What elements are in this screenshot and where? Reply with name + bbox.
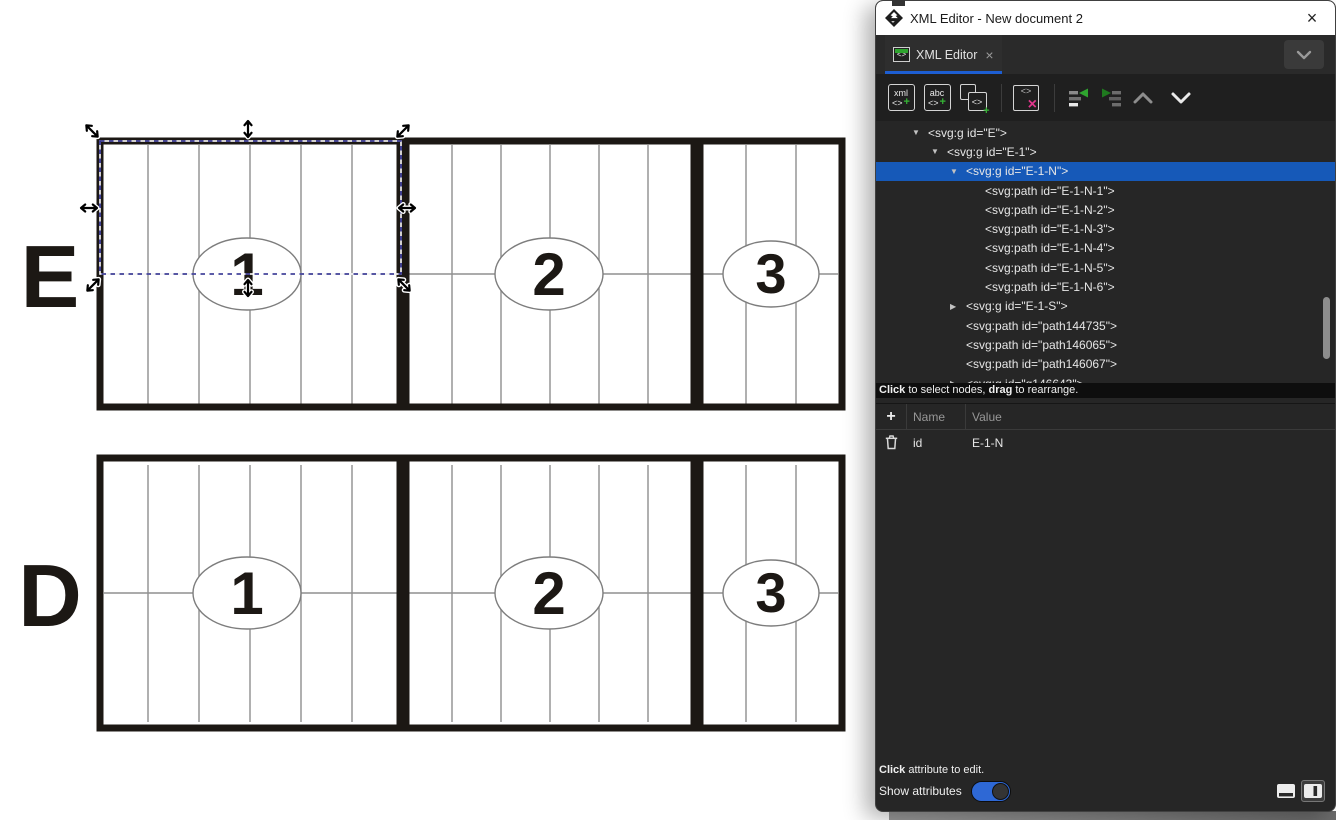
chevron-up-icon bbox=[1131, 90, 1155, 106]
delete-node-button[interactable]: <> × bbox=[1010, 81, 1042, 115]
move-node-down-button[interactable] bbox=[1165, 81, 1197, 115]
tree-node-path144735[interactable]: <svg:path id="path144735"> bbox=[876, 316, 1335, 335]
tab-overflow-button[interactable] bbox=[1284, 40, 1324, 69]
svg-text:3: 3 bbox=[755, 242, 786, 305]
attr-value[interactable]: E-1-N bbox=[966, 436, 1335, 450]
expander-icon[interactable] bbox=[950, 167, 966, 176]
svg-text:1: 1 bbox=[230, 560, 263, 627]
tree-node-g146643[interactable]: <svg:g id="g146643"> bbox=[876, 374, 1335, 383]
toolbar-separator bbox=[1054, 84, 1055, 112]
show-attributes-label: Show attributes bbox=[879, 784, 962, 798]
tree-node-e-1[interactable]: <svg:g id="E-1"> bbox=[876, 142, 1335, 161]
tree-scrollbar[interactable] bbox=[1323, 297, 1330, 359]
new-element-node-icon: xml <>+ bbox=[888, 84, 915, 111]
duplicate-node-icon: <> + bbox=[960, 84, 987, 111]
section-ellipses-d: 1 2 3 bbox=[193, 557, 819, 629]
new-text-node-button[interactable]: abc <>+ bbox=[921, 81, 953, 115]
move-node-up-button[interactable] bbox=[1127, 81, 1159, 115]
chevron-down-icon bbox=[1169, 90, 1193, 106]
add-attribute-button[interactable]: + bbox=[876, 404, 907, 429]
tab-label: XML Editor bbox=[916, 48, 977, 62]
unindent-node-button[interactable] bbox=[1063, 81, 1095, 115]
layout-columns-icon bbox=[1303, 783, 1323, 799]
screen: { "window": { "title": "XML Editor - New… bbox=[0, 0, 1336, 820]
xml-toolbar: xml <>+ abc <>+ <> + <> bbox=[876, 74, 1335, 121]
xml-node-tree: <svg:g id="E"> <svg:g id="E-1"> <svg:g i… bbox=[876, 121, 1335, 383]
tab-bar: <> XML Editor × bbox=[876, 35, 1335, 74]
new-text-node-icon: abc <>+ bbox=[924, 84, 951, 111]
attributes-header: + Name Value bbox=[876, 403, 1335, 430]
dialog-title: XML Editor - New document 2 bbox=[910, 11, 1083, 26]
attr-name[interactable]: id bbox=[907, 436, 966, 450]
row-label-e: E bbox=[21, 227, 80, 326]
svg-text:2: 2 bbox=[532, 560, 565, 627]
attr-name-header: Name bbox=[907, 404, 966, 429]
xml-editor-tab-icon: <> bbox=[893, 47, 910, 62]
tree-node-path146067[interactable]: <svg:path id="path146067"> bbox=[876, 355, 1335, 374]
expander-icon[interactable] bbox=[950, 302, 966, 311]
drawing-canvas[interactable]: E 1 2 bbox=[0, 0, 875, 820]
tree-node-e-1-n-2[interactable]: <svg:path id="E-1-N-2"> bbox=[876, 200, 1335, 219]
layout-rows-icon bbox=[1276, 783, 1296, 799]
show-attributes-toggle[interactable] bbox=[971, 781, 1011, 802]
attr-value-header: Value bbox=[966, 410, 1335, 424]
tree-node-e-1-n-selected[interactable]: <svg:g id="E-1-N"> bbox=[876, 162, 1335, 181]
panel-footer: Show attributes bbox=[876, 780, 1335, 811]
duplicate-node-button[interactable]: <> + bbox=[957, 81, 989, 115]
tab-xml-editor[interactable]: <> XML Editor × bbox=[885, 35, 1002, 74]
window-edge-notch bbox=[892, 0, 905, 6]
tree-node-e-1-n-5[interactable]: <svg:path id="E-1-N-5"> bbox=[876, 258, 1335, 277]
expander-icon[interactable] bbox=[912, 128, 928, 137]
svg-text:3: 3 bbox=[755, 561, 786, 624]
tree-node-e[interactable]: <svg:g id="E"> bbox=[876, 123, 1335, 142]
indent-node-icon bbox=[1098, 88, 1124, 108]
tab-close-icon[interactable]: × bbox=[985, 47, 993, 63]
delete-attribute-button[interactable] bbox=[876, 435, 907, 450]
row-label-d: D bbox=[18, 546, 82, 645]
tree-node-path146065[interactable]: <svg:path id="path146065"> bbox=[876, 335, 1335, 354]
tree-node-e-1-n-1[interactable]: <svg:path id="E-1-N-1"> bbox=[876, 181, 1335, 200]
window-edge-behind bbox=[889, 811, 1336, 820]
indent-node-button[interactable] bbox=[1095, 81, 1127, 115]
unindent-node-icon bbox=[1066, 88, 1092, 108]
attribute-edit-hint: Click attribute to edit. bbox=[876, 764, 1335, 780]
attributes-empty-area bbox=[876, 455, 1335, 764]
tree-node-e-1-n-3[interactable]: <svg:path id="E-1-N-3"> bbox=[876, 219, 1335, 238]
layout-vertical-button[interactable] bbox=[1301, 780, 1325, 802]
trash-icon bbox=[885, 435, 898, 450]
close-icon[interactable]: × bbox=[1297, 5, 1327, 31]
svg-text:2: 2 bbox=[532, 241, 565, 308]
xml-editor-dialog: XML Editor - New document 2 × <> XML Edi… bbox=[875, 0, 1336, 812]
tree-hint-text: Click to select nodes, drag to rearrange… bbox=[876, 383, 1335, 398]
dialog-titlebar[interactable]: XML Editor - New document 2 × bbox=[876, 1, 1335, 35]
toggle-knob bbox=[992, 783, 1009, 800]
inkscape-logo-icon bbox=[884, 8, 904, 28]
figure-row-d[interactable]: D 1 2 bbox=[18, 455, 842, 731]
tree-node-e-1-s[interactable]: <svg:g id="E-1-S"> bbox=[876, 297, 1335, 316]
expander-icon[interactable] bbox=[950, 379, 966, 383]
expander-icon[interactable] bbox=[931, 147, 947, 156]
toolbar-separator bbox=[1001, 84, 1002, 112]
attribute-row-id[interactable]: id E-1-N bbox=[876, 430, 1335, 455]
new-element-node-button[interactable]: xml <>+ bbox=[885, 81, 917, 115]
chevron-down-icon bbox=[1296, 50, 1312, 60]
tree-node-e-1-n-4[interactable]: <svg:path id="E-1-N-4"> bbox=[876, 239, 1335, 258]
delete-node-icon: <> × bbox=[1013, 85, 1039, 111]
tree-node-e-1-n-6[interactable]: <svg:path id="E-1-N-6"> bbox=[876, 277, 1335, 296]
layout-horizontal-button[interactable] bbox=[1274, 780, 1298, 802]
